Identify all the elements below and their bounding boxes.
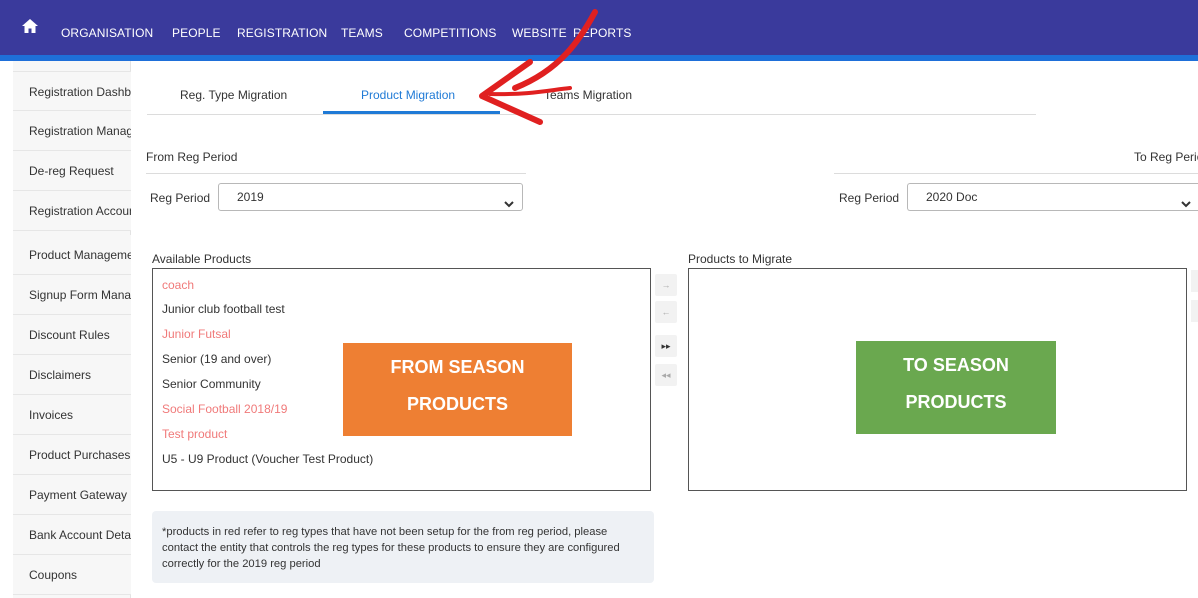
move-all-left-button[interactable]: ◂◂ (655, 364, 677, 386)
from-section-divider (146, 173, 526, 174)
sidebar: Registration Dashboard Registration Mana… (13, 61, 131, 598)
nav-teams[interactable]: TEAMS (341, 26, 383, 40)
missing-reg-type-note: *products in red refer to reg types that… (152, 511, 654, 583)
tab-product-migration[interactable]: Product Migration (361, 88, 455, 102)
callout-line: TO SEASON (903, 355, 1009, 375)
nav-people[interactable]: PEOPLE (172, 26, 221, 40)
chevron-down-icon (504, 192, 514, 208)
annotation-arrow-icon (479, 9, 598, 125)
sidebar-item-discount-rules[interactable]: Discount Rules (13, 315, 131, 355)
list-item[interactable]: Junior club football test (162, 302, 285, 316)
move-left-button[interactable]: ← (655, 301, 677, 323)
list-item[interactable]: Senior (19 and over) (162, 352, 271, 366)
to-season-products-callout: TO SEASON PRODUCTS (856, 341, 1056, 434)
tab-reg-type-migration[interactable]: Reg. Type Migration (180, 88, 287, 102)
sidebar-item-disclaimers[interactable]: Disclaimers (13, 355, 131, 395)
sidebar-item-registration-account[interactable]: Registration Account (13, 191, 131, 231)
sidebar-item-registration-management[interactable]: Registration Management (13, 111, 131, 151)
nav-registration[interactable]: REGISTRATION (237, 26, 327, 40)
callout-line: FROM SEASON (390, 357, 525, 377)
list-item[interactable]: Test product (162, 427, 227, 441)
list-item[interactable]: Senior Community (162, 377, 261, 391)
sidebar-item-bank-account-details[interactable]: Bank Account Details (13, 515, 131, 555)
nav-organisation[interactable]: ORGANISATION (61, 26, 153, 40)
from-reg-period-select[interactable]: 2019 (218, 183, 523, 211)
sidebar-item-registration-dashboard[interactable]: Registration Dashboard (13, 71, 131, 111)
list-item[interactable]: U5 - U9 Product (Voucher Test Product) (162, 452, 373, 466)
sidebar-item-signup-form-management[interactable]: Signup Form Management (13, 275, 131, 315)
to-reg-period-label: Reg Period (839, 191, 900, 205)
to-reg-period-value: 2020 Doc (926, 190, 978, 204)
sidebar-item-payment-gateway[interactable]: Payment Gateway (13, 475, 131, 515)
list-item[interactable]: Junior Futsal (162, 327, 231, 341)
products-to-migrate-label: Products to Migrate (688, 252, 793, 266)
from-reg-period-value: 2019 (237, 190, 264, 204)
callout-line: PRODUCTS (406, 394, 508, 414)
sidebar-item-invoices[interactable]: Invoices (13, 395, 131, 435)
move-all-right-button[interactable]: ▸▸ (655, 335, 677, 357)
sidebar-item-dereg-request[interactable]: De-reg Request (13, 151, 131, 191)
right-side-button[interactable] (1191, 300, 1198, 322)
chevron-down-icon (1181, 192, 1191, 208)
list-item[interactable]: coach (162, 278, 194, 292)
to-section-divider (834, 173, 1198, 174)
sidebar-item-coupons[interactable]: Coupons (13, 555, 131, 595)
callout-line: PRODUCTS (905, 392, 1007, 412)
to-reg-period-select[interactable]: 2020 Doc (907, 183, 1198, 211)
move-right-button[interactable]: → (655, 274, 677, 296)
sidebar-item-product-management[interactable]: Product Management (13, 235, 131, 275)
available-products-label: Available Products (152, 252, 252, 266)
list-item[interactable]: Social Football 2018/19 (162, 402, 287, 416)
to-reg-period-heading: To Reg Period (1134, 150, 1198, 164)
from-reg-period-label: Reg Period (150, 191, 211, 205)
from-reg-period-heading: From Reg Period (146, 150, 238, 164)
right-side-button[interactable] (1191, 270, 1198, 292)
home-icon[interactable] (22, 19, 38, 33)
from-season-products-callout: FROM SEASON PRODUCTS (343, 343, 572, 436)
sidebar-item-product-purchases[interactable]: Product Purchases (13, 435, 131, 475)
